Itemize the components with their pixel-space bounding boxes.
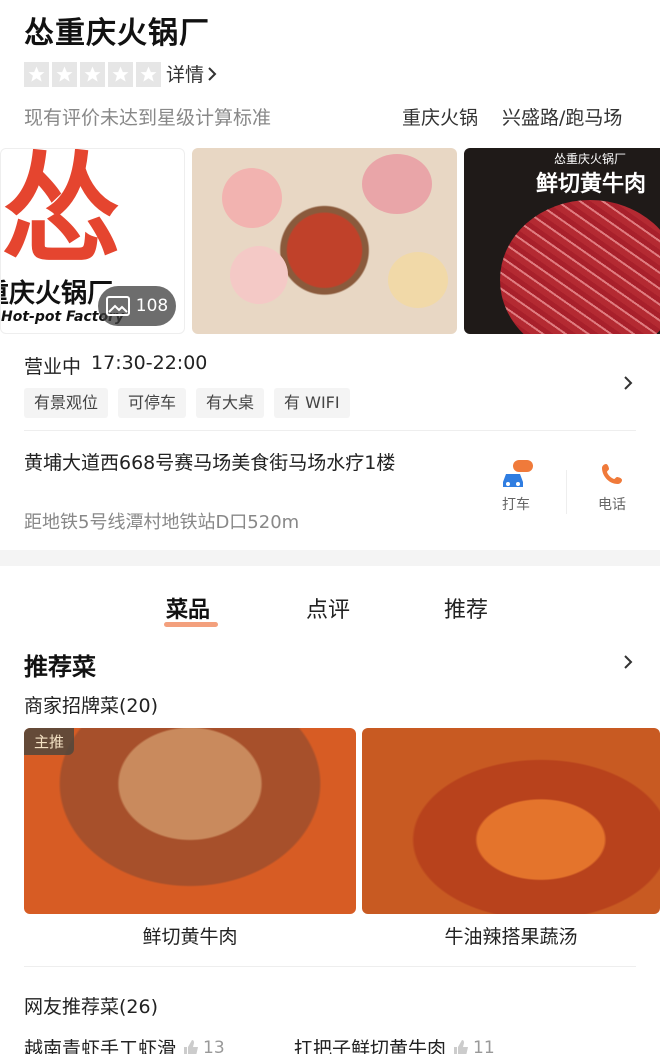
photo-count-badge[interactable]: 108 <box>98 286 176 326</box>
taxi-icon <box>503 460 533 487</box>
tab-dishes[interactable]: 菜品 <box>166 592 210 624</box>
section-separator <box>0 550 660 566</box>
logo-sub: 重庆火锅厂 <box>1 279 114 309</box>
taxi-button[interactable]: 打车 <box>486 460 546 514</box>
open-status: 营业中 <box>24 356 82 378</box>
feature-tag: 有 WIFI <box>274 388 350 418</box>
thumbs-up-icon <box>184 1039 199 1054</box>
dish-name[interactable]: 鲜切黄牛肉 <box>24 922 356 949</box>
dish-card[interactable]: 主推 <box>24 728 356 914</box>
star-icon <box>108 62 133 87</box>
phone-button[interactable]: 电话 <box>582 460 642 514</box>
user-dish-item[interactable]: 扛把子鲜切黄牛肉 11 <box>294 1034 495 1054</box>
plate <box>362 154 432 214</box>
image-icon <box>105 296 130 316</box>
plate <box>222 168 282 228</box>
phone-icon <box>602 464 622 484</box>
likes-count: 13 <box>203 1037 225 1054</box>
address[interactable]: 黄埔大道西668号赛马场美食街马场水疗1楼 <box>24 448 424 478</box>
chevron-right-icon[interactable] <box>620 654 636 670</box>
shop-name: 怂重庆火锅厂 <box>24 16 210 51</box>
beef-plate <box>500 200 660 334</box>
plate <box>388 252 448 308</box>
likes: 11 <box>452 1038 495 1054</box>
active-tab-indicator <box>164 622 218 627</box>
chevron-right-icon[interactable] <box>620 375 636 391</box>
business-hours: 营业中 17:30-22:00 <box>24 352 207 379</box>
rating-note: 现有评价未达到星级计算标准 <box>24 107 272 129</box>
dish-card[interactable] <box>362 728 660 914</box>
plate <box>230 246 288 304</box>
divider <box>24 966 636 967</box>
cuisine-link[interactable]: 重庆火锅 <box>402 103 478 130</box>
tab-recommend[interactable]: 推荐 <box>444 592 488 624</box>
divider <box>24 430 636 431</box>
feature-tag: 可停车 <box>118 388 187 418</box>
dish-name[interactable]: 牛油辣搭果蔬汤 <box>362 922 660 949</box>
likes-count: 11 <box>473 1037 495 1054</box>
tab-bar: 菜品 点评 推荐 <box>0 592 660 632</box>
gallery-hotpot-image[interactable] <box>192 148 457 334</box>
image-brand: 怂重庆火锅厂 <box>554 152 627 166</box>
divider <box>566 470 567 514</box>
thumbs-up-icon <box>454 1039 469 1054</box>
gallery-beef-image[interactable]: 怂重庆火锅厂 鲜切黄牛肉 <box>464 148 660 334</box>
star-icon <box>136 62 161 87</box>
feature-tag: 有大桌 <box>196 388 265 418</box>
tab-reviews[interactable]: 点评 <box>306 592 350 624</box>
photo-count: 108 <box>135 296 169 316</box>
phone-label: 电话 <box>598 497 626 513</box>
feature-tag: 有景观位 <box>24 388 109 418</box>
photo-gallery[interactable]: 怂 重庆火锅厂 Hot-pot Factory 怂重庆火锅厂 鲜切黄牛肉 108 <box>0 148 660 334</box>
chevron-right-icon <box>208 66 217 81</box>
logo-char: 怂 <box>1 148 121 280</box>
main-badge: 主推 <box>24 728 75 755</box>
details-label: 详情 <box>166 64 205 86</box>
region-link[interactable]: 兴盛路/跑马场 <box>502 103 622 130</box>
taxi-label: 打车 <box>502 497 530 513</box>
hours: 17:30-22:00 <box>91 352 208 374</box>
likes: 13 <box>182 1038 225 1054</box>
recommended-dishes-title: 推荐菜 <box>24 653 96 681</box>
signature-dishes-title: 商家招牌菜(20) <box>24 695 159 717</box>
star-icon <box>80 62 105 87</box>
star-icon <box>52 62 77 87</box>
image-title: 鲜切黄牛肉 <box>536 172 647 197</box>
user-dish-name: 扛把子鲜切黄牛肉 <box>294 1038 447 1054</box>
user-dish-item[interactable]: 越南青虾手工虾滑 13 <box>24 1034 225 1054</box>
rating-stars <box>24 62 161 87</box>
feature-tags: 有景观位 可停车 有大桌 有 WIFI <box>24 388 350 418</box>
details-link[interactable]: 详情 <box>166 60 217 87</box>
metro-distance: 距地铁5号线潭村地铁站D口520m <box>24 512 300 533</box>
user-recommended-title: 网友推荐菜(26) <box>24 996 159 1018</box>
star-icon <box>24 62 49 87</box>
user-dish-name: 越南青虾手工虾滑 <box>24 1038 177 1054</box>
